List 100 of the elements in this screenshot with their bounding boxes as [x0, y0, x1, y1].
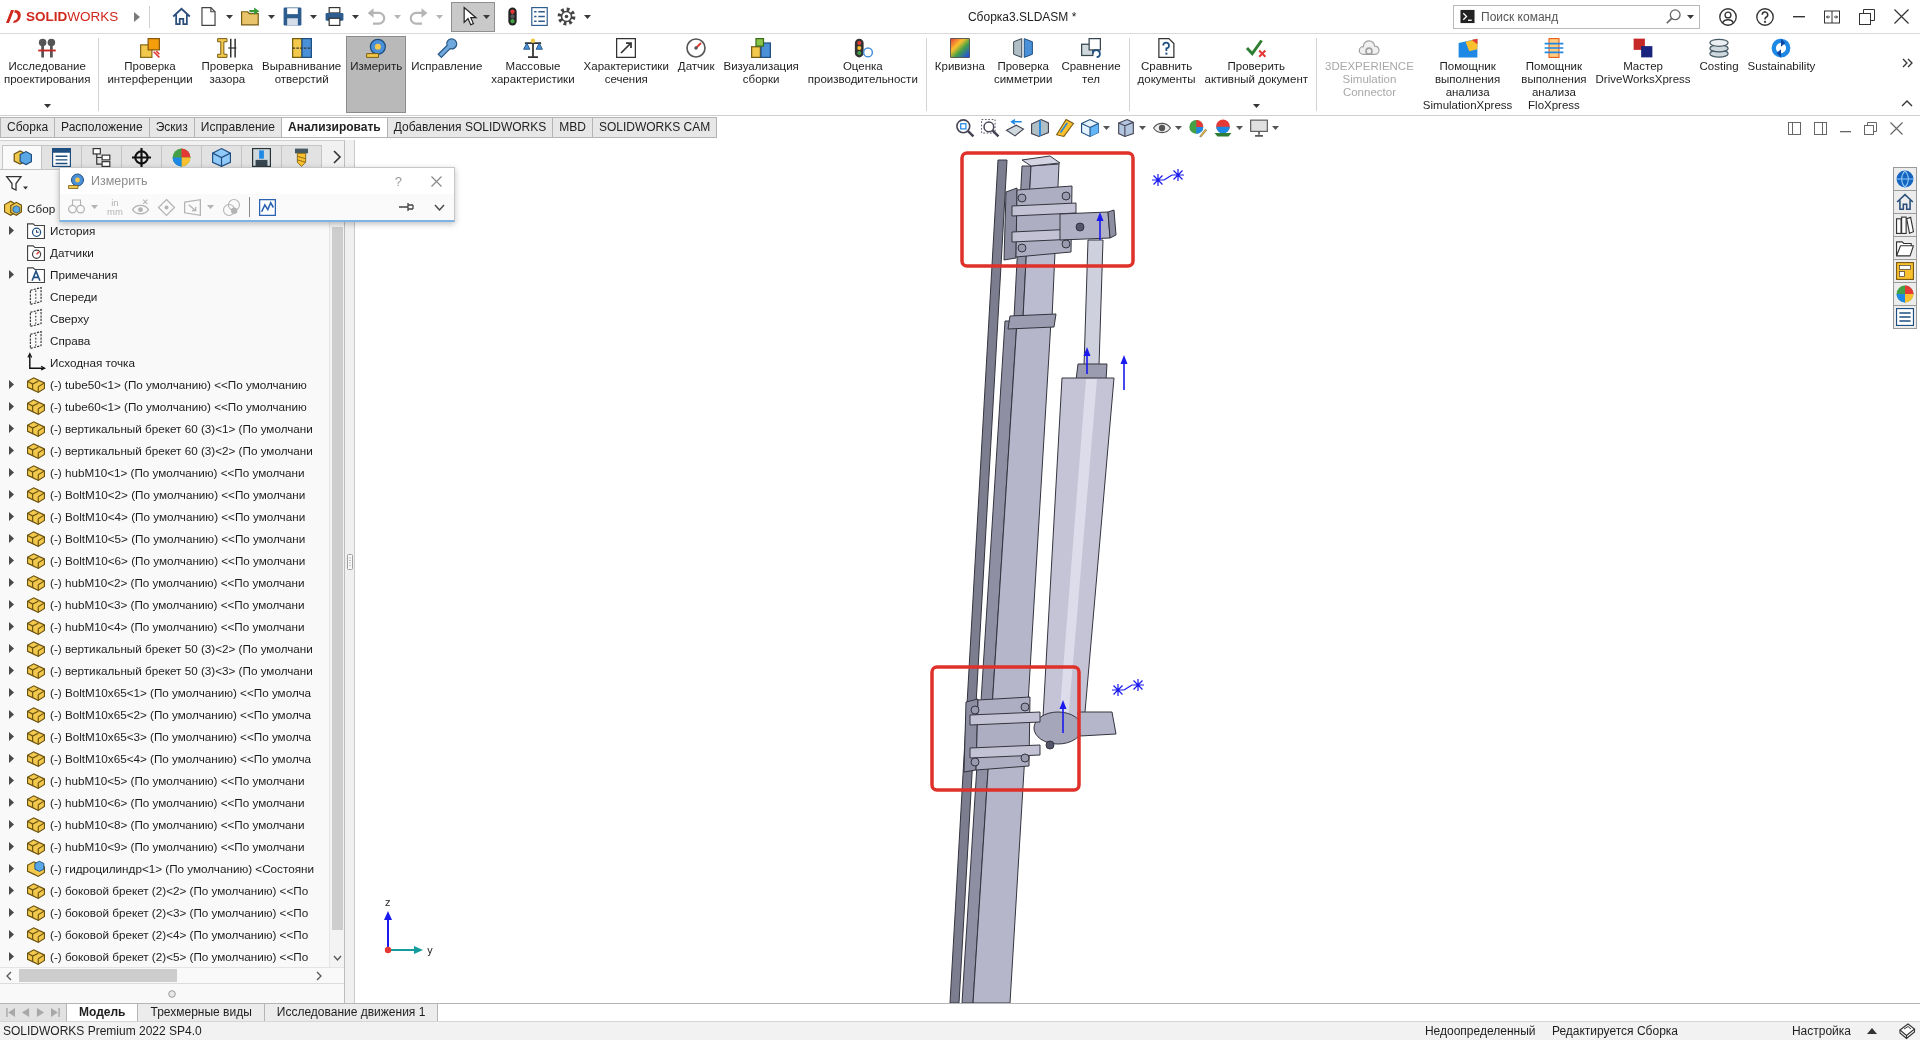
- caret-icon[interactable]: [226, 14, 234, 19]
- caret-icon[interactable]: [1687, 14, 1694, 19]
- search-icon[interactable]: [1666, 9, 1681, 24]
- caret-icon[interactable]: [1139, 126, 1146, 130]
- ribbon-button[interactable]: Характеристики сечения: [579, 36, 673, 113]
- panel-tab[interactable]: [282, 145, 322, 169]
- caret-icon[interactable]: [352, 14, 360, 19]
- scene-ball-icon[interactable]: [1214, 119, 1232, 137]
- double-chevron-icon[interactable]: [1901, 58, 1913, 68]
- expand-arrow-icon[interactable]: [9, 797, 14, 807]
- scrollbar-thumb[interactable]: [19, 969, 177, 982]
- tree-item[interactable]: (-) BoltM10x65<4> (По умолчанию) <<По умолча: [0, 747, 312, 769]
- tree-item[interactable]: (-) hubM10<2> (По умолчанию) <<По умолчани: [0, 571, 305, 593]
- tree-item[interactable]: (-) вертикальный брекет 50 (3)<3> (По умолчани: [0, 659, 313, 681]
- chevron-left-icon[interactable]: [6, 970, 12, 981]
- expand-arrow-icon[interactable]: [9, 753, 14, 763]
- expand-arrow-icon[interactable]: [9, 951, 14, 961]
- chevron-up-icon[interactable]: [1901, 100, 1913, 107]
- color-ball-icon[interactable]: [1893, 282, 1917, 306]
- tilted-box-icon[interactable]: [1899, 1023, 1915, 1039]
- panel-tab[interactable]: [122, 145, 162, 169]
- annotation-view-icon[interactable]: [1056, 119, 1074, 137]
- shaded-box-icon[interactable]: [1117, 119, 1135, 137]
- ribbon-button[interactable]: Проверить активный документ: [1200, 36, 1312, 113]
- expand-arrow-icon[interactable]: [9, 599, 14, 609]
- tree-item[interactable]: (-) hubM10<9> (По умолчанию) <<По умолчани: [0, 835, 305, 857]
- ribbon-button[interactable]: Датчик: [673, 36, 719, 113]
- expand-arrow-icon[interactable]: [9, 885, 14, 895]
- tree-item[interactable]: (-) BoltM10<4> (По умолчанию) <<По умолчани: [0, 505, 306, 527]
- ribbon-button[interactable]: Мастер DriveWorksXpress: [1591, 36, 1695, 113]
- panel-tab[interactable]: [242, 145, 282, 169]
- ribbon-button[interactable]: Измерить: [346, 36, 407, 113]
- splitter-grip-icon[interactable]: [346, 553, 353, 570]
- expand-arrow-icon[interactable]: [9, 489, 14, 499]
- minimize-icon[interactable]: [1793, 15, 1805, 18]
- panel-tab[interactable]: [2, 145, 42, 169]
- chevron-right-icon[interactable]: [333, 150, 341, 164]
- pin-icon[interactable]: [399, 202, 413, 212]
- form-list-icon[interactable]: [1893, 305, 1917, 329]
- restore-icon[interactable]: [1859, 8, 1875, 25]
- tab[interactable]: Сборка: [0, 117, 56, 138]
- panel-tab[interactable]: [82, 145, 122, 169]
- tree-item[interactable]: (-) hubM10<6> (По умолчанию) <<По умолчани: [0, 791, 305, 813]
- split-window-icon[interactable]: [1824, 8, 1840, 25]
- layout-icon[interactable]: [1893, 259, 1917, 283]
- expand-arrow-icon[interactable]: [9, 533, 14, 543]
- caret-icon[interactable]: [1103, 126, 1110, 130]
- user-icon[interactable]: [1719, 7, 1737, 26]
- printer-icon[interactable]: [325, 7, 345, 26]
- list-icon[interactable]: [530, 7, 550, 26]
- expand-arrow-icon[interactable]: [9, 687, 14, 697]
- tree-item[interactable]: (-) hubM10<8> (По умолчанию) <<По умолчани: [0, 813, 305, 835]
- close-icon[interactable]: [1890, 121, 1903, 135]
- ribbon-button[interactable]: Помощник выполнения анализа SimulationXpress: [1418, 36, 1517, 113]
- ribbon-button[interactable]: Проверка интерференции: [103, 36, 197, 113]
- caret-icon[interactable]: [1272, 126, 1279, 130]
- expand-arrow-icon[interactable]: [9, 643, 14, 653]
- expand-arrow-icon[interactable]: [9, 401, 14, 411]
- scrollbar-thumb[interactable]: [331, 227, 343, 930]
- expand-arrow-icon[interactable]: [9, 775, 14, 785]
- tree-item[interactable]: Справа: [0, 329, 91, 351]
- tree-item[interactable]: (-) hubM10<5> (По умолчанию) <<По умолчани: [0, 769, 305, 791]
- tab[interactable]: Добавления SOLIDWORKS: [387, 117, 554, 138]
- tree-item[interactable]: Сверху: [0, 307, 90, 329]
- tree-item[interactable]: (-) tube50<1> (По умолчанию) <<По умолчанию: [0, 373, 307, 395]
- zoom-area-icon[interactable]: [981, 119, 999, 137]
- tree-item[interactable]: (-) боковой брекет (2)<5> (По умолчанию) <<По: [0, 945, 309, 967]
- zoom-to-fit-icon[interactable]: [956, 119, 974, 137]
- chevron-down-icon[interactable]: [434, 203, 445, 211]
- expand-arrow-icon[interactable]: [9, 445, 14, 455]
- expand-arrow-icon[interactable]: [9, 225, 14, 235]
- ribbon-button[interactable]: Помощник выполнения анализа FloXpress: [1517, 36, 1591, 113]
- expand-arrow-icon[interactable]: [9, 379, 14, 389]
- tree-item[interactable]: (-) BoltM10<5> (По умолчанию) <<По умолчани: [0, 527, 306, 549]
- chevron-down-icon[interactable]: [332, 955, 342, 961]
- folder-icon[interactable]: [1893, 236, 1917, 260]
- ribbon-button[interactable]: Сравнение тел: [1057, 36, 1125, 113]
- ribbon-button[interactable]: Визуализация сборки: [719, 36, 803, 113]
- globe-icon[interactable]: [1893, 167, 1917, 191]
- panel-left-icon[interactable]: [1788, 121, 1801, 135]
- view-cube-icon[interactable]: [1081, 119, 1099, 137]
- tree-item[interactable]: Датчики: [0, 241, 94, 263]
- tool-button[interactable]: [451, 1, 496, 32]
- panel-tab[interactable]: [202, 145, 242, 169]
- expand-arrow-icon[interactable]: [9, 929, 14, 939]
- expand-arrow-icon[interactable]: [9, 731, 14, 741]
- ribbon-button[interactable]: Исправление: [407, 36, 487, 113]
- expand-arrow-icon[interactable]: [9, 511, 14, 521]
- expand-arrow-icon[interactable]: [9, 819, 14, 829]
- expand-arrow-icon[interactable]: [9, 841, 14, 851]
- search-box[interactable]: Поиск команд: [1453, 4, 1700, 29]
- tree-item[interactable]: (-) боковой брекет (2)<3> (По умолчанию) <<По: [0, 901, 309, 923]
- expand-arrow-icon[interactable]: [9, 555, 14, 565]
- ribbon-button[interactable]: Оценка производительности: [803, 36, 922, 113]
- expand-arrow-icon[interactable]: [9, 621, 14, 631]
- tree-item[interactable]: (-) tube60<1> (По умолчанию) <<По умолчанию: [0, 395, 307, 417]
- line-chart-icon[interactable]: [258, 198, 276, 216]
- ribbon-button[interactable]: Массовые характеристики: [487, 36, 579, 113]
- filter-icon[interactable]: [6, 176, 28, 191]
- section-view-icon[interactable]: [1031, 119, 1049, 137]
